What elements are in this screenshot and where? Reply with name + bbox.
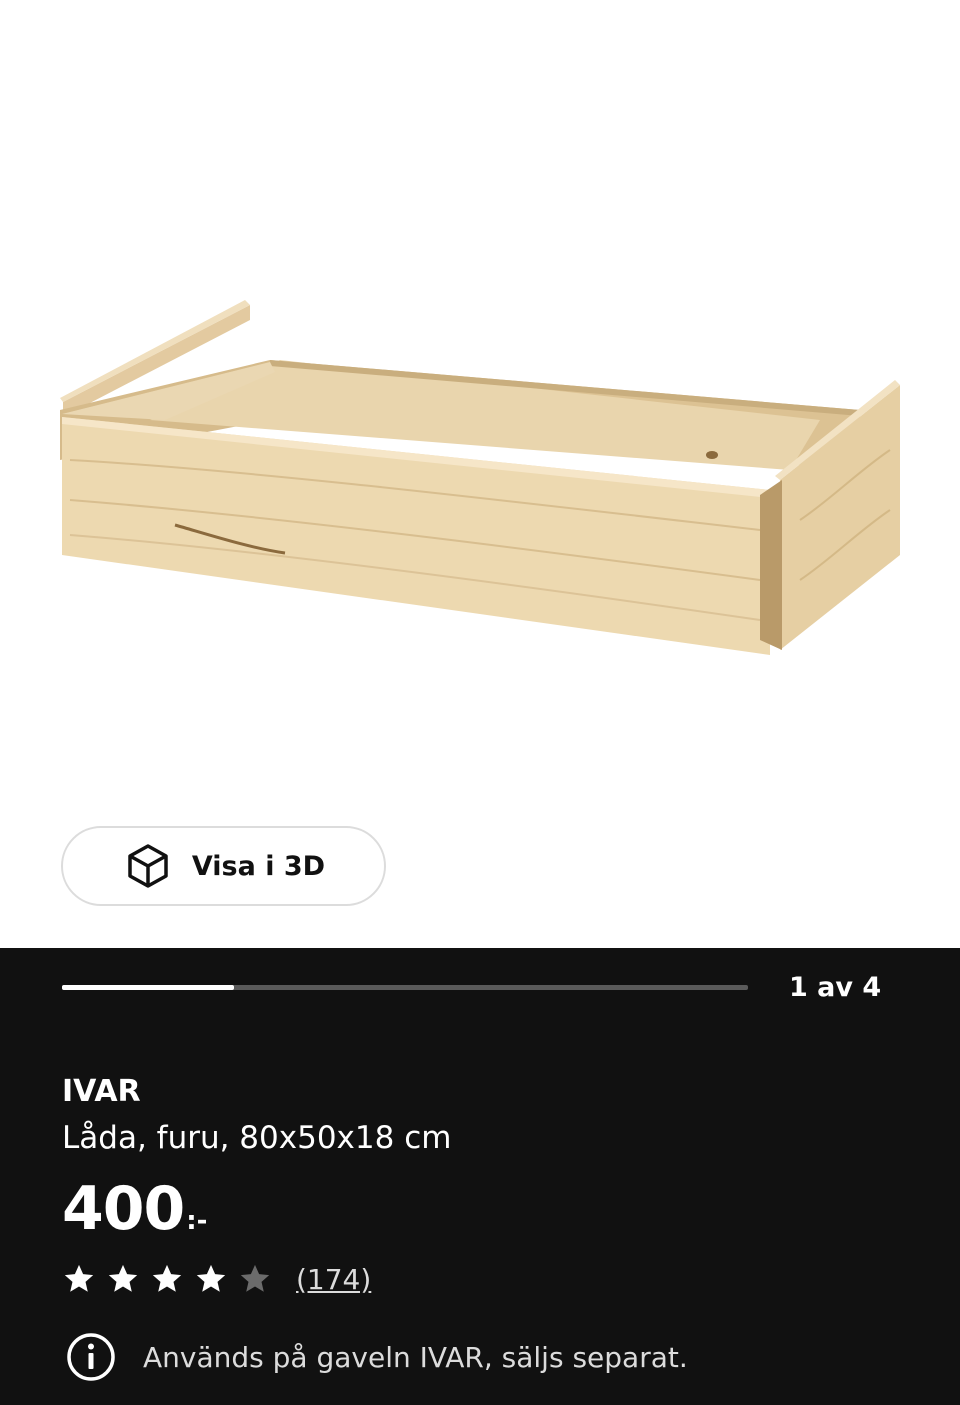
review-count-link[interactable]: (174) — [296, 1263, 371, 1296]
star-icon — [152, 1264, 182, 1292]
price-integer: 400 — [62, 1174, 185, 1244]
price-suffix: :- — [186, 1206, 208, 1236]
product-image — [60, 300, 900, 655]
gallery-pager: 1 av 4 — [789, 972, 882, 1003]
product-note-text: Används på gaveln IVAR, säljs separat. — [143, 1340, 688, 1374]
rating[interactable]: (174) — [62, 1262, 371, 1296]
product-description: Låda, furu, 80x50x18 cm — [62, 1120, 452, 1156]
info-icon — [67, 1333, 115, 1381]
product-info-panel: 1 av 4 IVAR Låda, furu, 80x50x18 cm 400 … — [0, 948, 960, 1405]
product-name: IVAR — [62, 1074, 141, 1109]
star-icon — [196, 1264, 226, 1292]
image-gallery[interactable]: Visa i 3D — [0, 0, 960, 948]
star-icon — [64, 1264, 94, 1292]
gallery-progress-bar — [62, 985, 748, 990]
view-3d-button[interactable]: Visa i 3D — [61, 826, 386, 906]
gallery-progress-fill — [62, 985, 234, 990]
product-price: 400 :- — [62, 1174, 207, 1244]
rating-stars — [62, 1262, 282, 1296]
star-icon — [240, 1264, 270, 1292]
star-icon — [108, 1264, 138, 1292]
product-note: Används på gaveln IVAR, säljs separat. — [65, 1331, 688, 1383]
view-3d-label: Visa i 3D — [191, 850, 326, 882]
cube-3d-icon — [128, 844, 168, 888]
